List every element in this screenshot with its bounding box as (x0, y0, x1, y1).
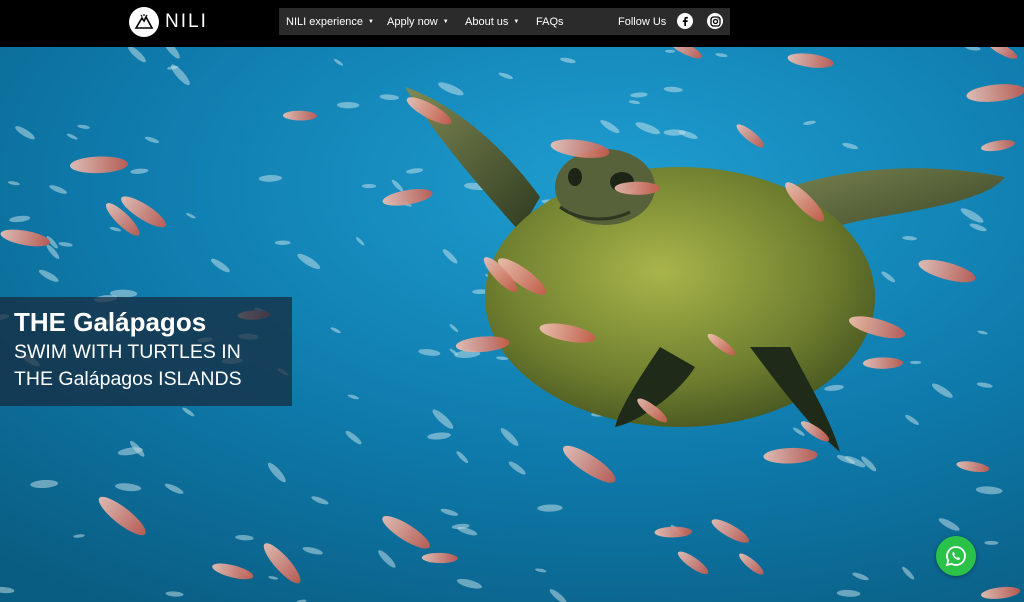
caret-down-icon: ▼ (368, 19, 374, 25)
main-menu: NILI experience ▼ Apply now ▼ About us ▼… (279, 8, 730, 35)
logo-mountain-icon (129, 7, 159, 37)
nav-faqs[interactable]: FAQs (536, 8, 564, 35)
facebook-icon[interactable] (677, 13, 693, 29)
hero-caption-panel: THE Galápagos SWIM WITH TURTLES IN THE G… (0, 297, 292, 406)
whatsapp-chat-button[interactable] (936, 536, 976, 576)
nav-apply-now[interactable]: Apply now ▼ (387, 8, 449, 35)
site-logo[interactable]: NILI (129, 6, 208, 38)
follow-us-text: Follow Us (618, 15, 667, 28)
nav-label: About us (465, 15, 509, 28)
hero-subtitle: SWIM WITH TURTLES IN THE Galápagos ISLAN… (14, 341, 242, 390)
fish (361, 184, 377, 189)
nav-label: Apply now (387, 15, 438, 28)
hero-title: THE Galápagos (14, 307, 207, 337)
follow-us-label: Follow Us (618, 8, 666, 35)
instagram-icon[interactable] (707, 13, 723, 29)
fish (663, 129, 686, 136)
brand-name: NILI (165, 11, 208, 32)
hero-banner: THE Galápagos SWIM WITH TURTLES IN THE G… (0, 47, 1024, 602)
caret-down-icon: ▼ (442, 19, 449, 25)
nav-label: FAQs (536, 15, 564, 28)
whatsapp-icon (945, 546, 966, 567)
nav-nili-experience[interactable]: NILI experience ▼ (286, 8, 374, 35)
top-navigation-bar: NILI NILI experience ▼ Apply now ▼ About… (0, 0, 1024, 47)
nav-label: NILI experience (286, 15, 364, 28)
caret-down-icon: ▼ (513, 19, 520, 25)
nav-about-us[interactable]: About us ▼ (465, 8, 519, 35)
